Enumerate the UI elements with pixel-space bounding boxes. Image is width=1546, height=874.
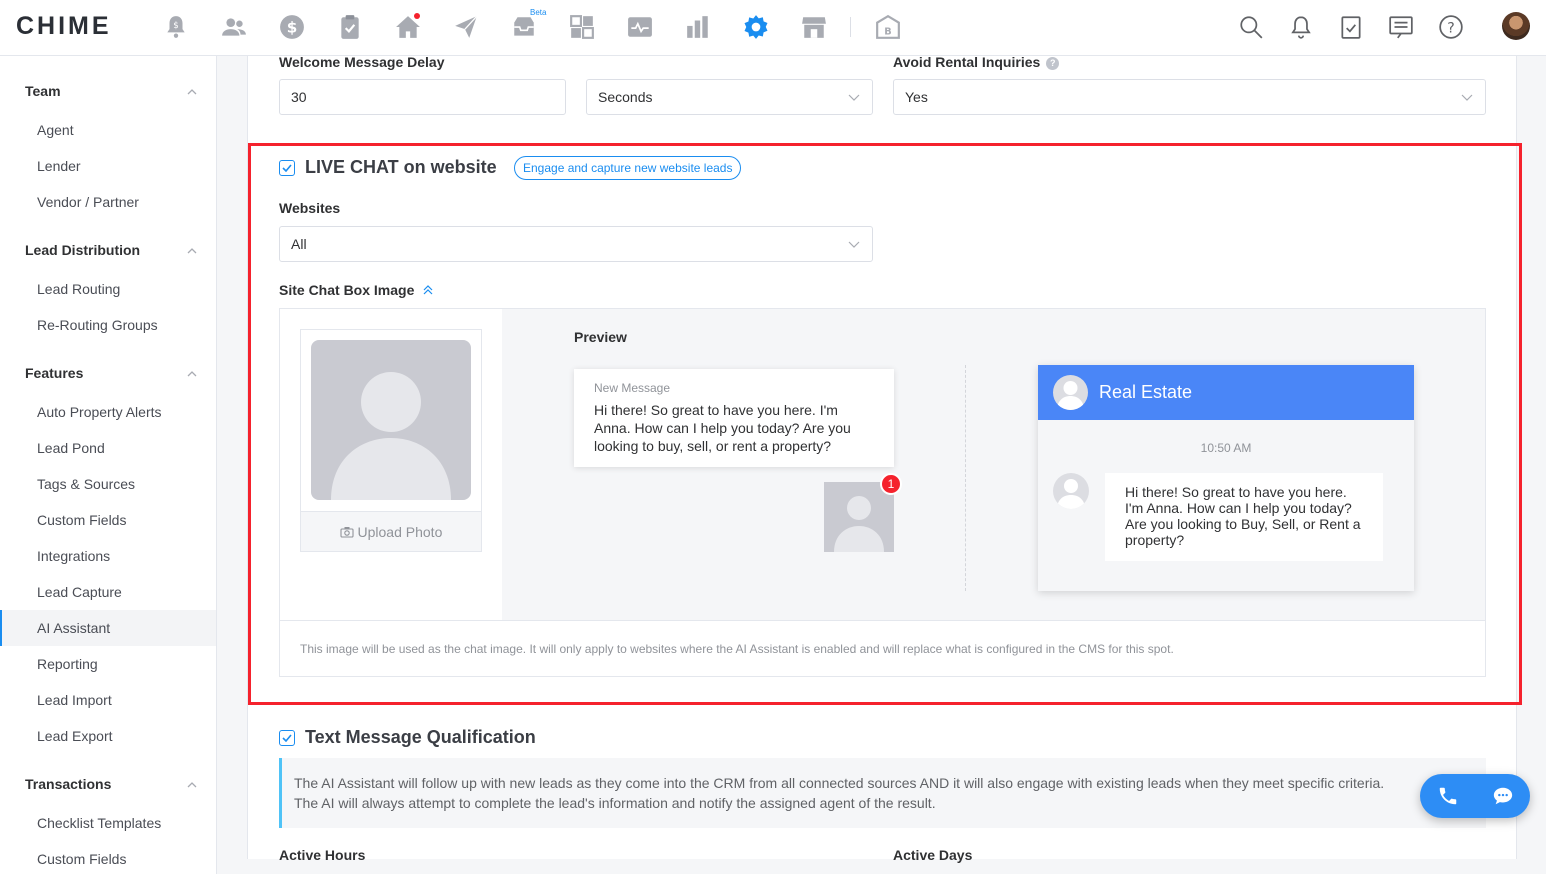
rental-inquiries-select[interactable]: Yes — [893, 79, 1486, 115]
check-icon — [282, 734, 292, 742]
sidebar-section-team[interactable]: Team — [25, 83, 61, 99]
settings-sidebar: Team Agent Lender Vendor / Partner Lead … — [0, 56, 217, 874]
sidebar-item-auto-property-alerts[interactable]: Auto Property Alerts — [0, 394, 216, 430]
dashboard-grid-icon[interactable] — [567, 12, 597, 42]
rental-inquiries-value: Yes — [905, 89, 928, 105]
tasks-clipboard-icon[interactable] — [1336, 12, 1366, 42]
help-icon[interactable]: ? — [1046, 57, 1060, 70]
chat-button[interactable] — [1475, 774, 1530, 818]
settings-gear-icon[interactable] — [741, 12, 771, 42]
chevron-up-icon[interactable] — [186, 779, 198, 791]
chevron-up-icon[interactable] — [186, 245, 198, 257]
svg-text:$: $ — [287, 18, 298, 36]
sidebar-item-integrations[interactable]: Integrations — [0, 538, 216, 574]
delay-unit-select[interactable]: Seconds — [586, 79, 873, 115]
svg-text:$: $ — [173, 21, 179, 31]
paper-plane-icon[interactable] — [451, 12, 481, 42]
bar-chart-icon[interactable] — [683, 12, 713, 42]
live-chat-highlight-box — [248, 143, 1522, 705]
beta-label: Beta — [530, 8, 547, 17]
rental-inquiries-label: Avoid Rental Inquiries? — [893, 56, 1060, 70]
sidebar-item-tags-sources[interactable]: Tags & Sources — [0, 466, 216, 502]
chevron-down-icon — [848, 94, 860, 101]
active-days-label: Active Days — [893, 847, 973, 863]
contact-fab — [1420, 774, 1530, 818]
chevron-up-icon[interactable] — [186, 368, 198, 380]
sidebar-item-lead-export[interactable]: Lead Export — [0, 718, 216, 754]
info-line-1: The AI Assistant will follow up with new… — [294, 775, 1385, 791]
sidebar-section-features[interactable]: Features — [25, 365, 83, 381]
sidebar-item-checklist-templates[interactable]: Checklist Templates — [0, 805, 216, 841]
sidebar-item-reporting[interactable]: Reporting — [0, 646, 216, 682]
sidebar-item-agent[interactable]: Agent — [0, 112, 216, 148]
chevron-down-icon — [1461, 94, 1473, 101]
building-icon[interactable]: B — [873, 12, 903, 42]
svg-text:?: ? — [1447, 20, 1454, 36]
messages-icon[interactable] — [1386, 12, 1416, 42]
home-notification-dot — [414, 13, 420, 19]
sidebar-item-lead-import[interactable]: Lead Import — [0, 682, 216, 718]
sidebar-item-transaction-custom-fields[interactable]: Custom Fields — [0, 841, 216, 874]
text-qualification-checkbox[interactable] — [279, 730, 295, 746]
sidebar-section-transactions[interactable]: Transactions — [25, 776, 111, 792]
user-avatar[interactable] — [1502, 12, 1530, 40]
sidebar-section-lead-distribution[interactable]: Lead Distribution — [25, 242, 140, 258]
chat-bubble-icon — [1493, 787, 1512, 805]
help-icon[interactable]: ? — [1436, 12, 1466, 42]
activity-icon[interactable] — [625, 12, 655, 42]
bell-money-icon[interactable]: $ — [161, 12, 191, 42]
sidebar-item-lead-capture[interactable]: Lead Capture — [0, 574, 216, 610]
main-content: Welcome Message Delay 30 Seconds Avoid R… — [217, 56, 1546, 874]
dollar-icon[interactable]: $ — [277, 12, 307, 42]
sidebar-item-vendor-partner[interactable]: Vendor / Partner — [0, 184, 216, 220]
sidebar-item-lead-routing[interactable]: Lead Routing — [0, 271, 216, 307]
info-line-2: The AI will always attempt to complete t… — [294, 795, 936, 811]
top-navigation-bar: CHIME $ $ Beta B ? — [0, 0, 1546, 56]
svg-text:B: B — [884, 27, 891, 38]
notification-bell-icon[interactable] — [1286, 12, 1316, 42]
welcome-delay-label: Welcome Message Delay — [279, 56, 445, 70]
phone-button[interactable] — [1420, 774, 1475, 818]
rental-inquiries-text: Avoid Rental Inquiries — [893, 56, 1041, 70]
people-icon[interactable] — [219, 12, 249, 42]
sidebar-item-re-routing-groups[interactable]: Re-Routing Groups — [0, 307, 216, 343]
welcome-delay-input[interactable]: 30 — [279, 79, 566, 115]
nav-separator — [850, 17, 851, 37]
text-qualification-info: The AI Assistant will follow up with new… — [279, 758, 1486, 828]
sidebar-item-lead-pond[interactable]: Lead Pond — [0, 430, 216, 466]
phone-icon — [1439, 787, 1456, 805]
sidebar-item-ai-assistant[interactable]: AI Assistant — [0, 610, 216, 646]
chime-logo[interactable]: CHIME — [16, 12, 112, 41]
text-qualification-title: Text Message Qualification — [305, 727, 536, 747]
sidebar-item-custom-fields[interactable]: Custom Fields — [0, 502, 216, 538]
active-hours-label: Active Hours — [279, 847, 366, 863]
search-icon[interactable] — [1236, 12, 1266, 42]
delay-unit-value: Seconds — [598, 89, 653, 105]
sidebar-item-lender[interactable]: Lender — [0, 148, 216, 184]
chevron-up-icon[interactable] — [186, 86, 198, 98]
storefront-icon[interactable] — [799, 12, 829, 42]
clipboard-check-icon[interactable] — [335, 12, 365, 42]
